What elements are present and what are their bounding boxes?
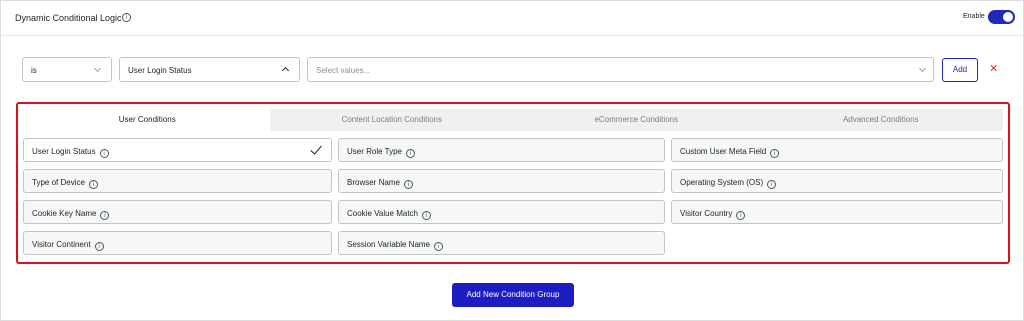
chevron-down-icon: [918, 64, 927, 73]
toggle-knob: [1003, 12, 1013, 22]
add-condition-group-button[interactable]: Add New Condition Group: [452, 283, 574, 307]
condition-value: User Login Status: [128, 66, 192, 75]
info-icon[interactable]: i: [122, 13, 131, 22]
info-icon: i: [406, 148, 415, 158]
option-label: Browser Name: [347, 177, 400, 187]
option-label: Cookie Value Match: [347, 208, 418, 218]
values-placeholder: Select values...: [316, 66, 371, 75]
option-label: Visitor Continent: [32, 239, 91, 249]
condition-option-user-role-type[interactable]: User Role Type i: [338, 138, 665, 162]
panel-header: Dynamic Conditional Logic i Enable: [1, 1, 1023, 36]
tab-ecommerce-conditions[interactable]: eCommerce Conditions: [514, 109, 759, 131]
option-label: Operating System (OS): [680, 177, 764, 187]
condition-option-cookie-key-name[interactable]: Cookie Key Name i: [23, 200, 332, 224]
add-button[interactable]: Add: [942, 58, 978, 82]
condition-option-visitor-country[interactable]: Visitor Country i: [671, 200, 1003, 224]
option-label: Custom User Meta Field: [680, 146, 767, 156]
panel-title: Dynamic Conditional Logic: [15, 13, 122, 23]
condition-option-operating-system[interactable]: Operating System (OS) i: [671, 169, 1003, 193]
condition-option-cookie-value-match[interactable]: Cookie Value Match i: [338, 200, 665, 224]
info-icon: i: [94, 241, 104, 251]
conditions-dropdown: User Conditions Content Location Conditi…: [16, 102, 1010, 264]
condition-tabs: User Conditions Content Location Conditi…: [25, 109, 1003, 131]
enable-toggle[interactable]: [988, 10, 1015, 24]
condition-option-type-of-device[interactable]: Type of Device i: [23, 169, 332, 193]
info-icon: i: [770, 148, 780, 158]
tab-user-conditions[interactable]: User Conditions: [25, 109, 270, 131]
tab-advanced-conditions[interactable]: Advanced Conditions: [759, 109, 1004, 131]
condition-option-custom-user-meta-field[interactable]: Custom User Meta Field i: [671, 138, 1003, 162]
close-icon[interactable]: ✕: [989, 63, 998, 74]
condition-option-user-login-status[interactable]: User Login Status i: [23, 138, 332, 162]
option-label: Visitor Country: [680, 208, 733, 218]
condition-select[interactable]: User Login Status: [119, 57, 300, 82]
info-icon: i: [736, 210, 746, 220]
condition-option-session-variable-name[interactable]: Session Variable Name i: [338, 231, 665, 255]
values-select[interactable]: Select values...: [307, 57, 934, 82]
check-icon: [310, 142, 322, 155]
option-label: Session Variable Name: [347, 239, 431, 249]
chevron-up-icon: [281, 66, 290, 75]
info-icon: i: [434, 241, 444, 251]
chevron-down-icon: [93, 64, 102, 73]
info-icon: i: [422, 210, 431, 220]
condition-option-browser-name[interactable]: Browser Name i: [338, 169, 665, 193]
tab-content-location-conditions[interactable]: Content Location Conditions: [270, 109, 515, 131]
operator-value: is: [31, 66, 37, 75]
enable-label: Enable: [963, 13, 985, 20]
option-label: User Role Type: [347, 146, 402, 156]
info-icon: i: [100, 210, 110, 220]
operator-select[interactable]: is: [22, 57, 112, 82]
option-label: Type of Device: [32, 177, 85, 187]
option-label: User Login Status: [32, 146, 96, 156]
info-icon: i: [88, 179, 98, 189]
condition-option-visitor-continent[interactable]: Visitor Continent i: [23, 231, 332, 255]
info-icon: i: [99, 148, 109, 158]
option-label: Cookie Key Name: [32, 208, 97, 218]
conditional-logic-panel: Dynamic Conditional Logic i Enable is Us…: [0, 0, 1024, 321]
info-icon: i: [403, 179, 413, 189]
info-icon: i: [767, 179, 777, 189]
